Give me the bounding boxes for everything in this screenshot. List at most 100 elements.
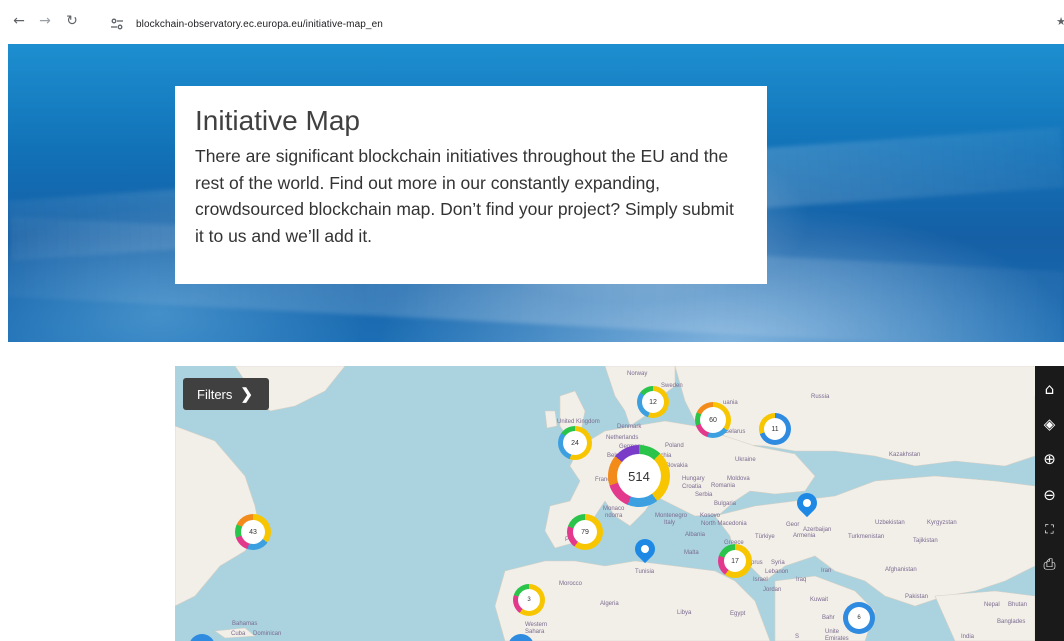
zoom-in-icon[interactable]: ⊕ [1035,446,1064,472]
label-malta: Malta [684,550,699,556]
label-iraq: Iraq [796,577,807,583]
map-cluster[interactable]: 17 [718,544,752,578]
label-italy: Italy [664,520,676,526]
label-afghanistan: Afghanistan [885,567,917,573]
map-cluster[interactable]: 12 [637,386,669,418]
zoom-out-icon[interactable]: ⊖ [1035,482,1064,508]
label-netherlands: Netherlands [606,435,639,441]
bookmark-star-icon[interactable]: ★ [1056,15,1064,28]
label-romania: Romania [711,483,736,489]
label-lithuania: uania [723,400,738,406]
label-kuwait: Kuwait [810,597,829,603]
label-nepal: Nepal [984,602,1000,608]
label-serbia: Serbia [695,492,713,498]
label-morocco: Morocco [559,581,583,587]
label-bangladesh: Banglades [997,619,1026,625]
label-kosovo: Kosovo [700,513,721,519]
label-bahrain: Bahr [822,615,835,621]
cluster-count: 17 [724,550,746,572]
reload-icon[interactable]: ↻ [63,12,81,30]
label-kyrgyzstan: Kyrgyzstan [927,520,957,526]
cluster-count: 79 [573,520,597,544]
initiative-map[interactable]: Norway Sweden Russia uania United Kingdo… [175,366,1064,641]
label-iran: Iran [821,568,832,574]
map-landmass [175,366,1064,641]
label-montenegro: Montenegro [655,513,688,519]
label-dominican: Dominican [253,631,282,637]
label-uzbekistan: Uzbekistan [875,520,905,526]
label-moldova: Moldova [727,476,750,482]
label-cyprus: prus [751,560,763,566]
label-cuba: Cuba [231,631,246,637]
home-icon[interactable]: ⌂ [1035,376,1064,402]
label-sweden: Sweden [661,383,683,389]
label-turkiye: Türkiye [755,534,775,540]
browser-toolbar: ← → ↻ blockchain-observatory.ec.europa.e… [0,0,1064,44]
cluster-count: 24 [563,431,587,455]
cluster-count: 514 [617,454,661,498]
label-sa: S [795,634,800,640]
page-title: Initiative Map [195,105,360,136]
label-uk: United Kingdom [557,419,600,425]
label-kazakhstan: Kazakhstan [889,452,921,458]
label-tunisia: Tunisia [635,569,655,575]
label-georgia: Geor [786,522,800,528]
label-hungary: Hungary [682,476,705,482]
label-western-sahara: Western Sahara [525,622,548,635]
map-cluster[interactable]: 60 [695,402,731,438]
chevron-right-icon: ❯ [240,386,253,403]
label-jordan: Jordan [763,587,782,593]
cluster-count: 6 [848,607,870,629]
label-armenia: Armenia [793,533,816,539]
label-denmark: Denmark [617,424,642,430]
map-cluster[interactable]: 43 [235,514,271,550]
label-turkmenistan: Turkmenistan [848,534,885,540]
label-poland: Poland [665,443,684,449]
map-cluster[interactable]: 6 [843,602,875,634]
label-libya: Libya [677,610,692,616]
label-north-macedonia: North Macedonia [701,521,747,527]
map-cluster[interactable]: 24 [558,426,592,460]
label-uae: Unite Emirates [825,629,849,641]
print-icon[interactable]: ⎙ [1035,551,1064,577]
label-monaco: Monaco [603,506,625,512]
cluster-count: 11 [764,418,786,440]
map-cluster[interactable]: 514 [608,445,670,507]
map-cluster[interactable]: 3 [513,584,545,616]
map-cluster[interactable]: 11 [759,413,791,445]
label-bahamas: Bahamas [232,621,258,627]
cluster-count: 60 [700,407,726,433]
label-egypt: Egypt [730,611,746,617]
label-belarus: Belarus [725,429,746,435]
arrow-right-icon[interactable]: → [36,12,54,30]
layers-icon[interactable]: ◈ [1035,411,1064,437]
filters-label: Filters [197,386,233,402]
cluster-count: 3 [518,589,540,611]
fullscreen-icon[interactable]: ⛶ [1035,516,1064,542]
label-syria: Syria [771,560,785,566]
label-andorra: ndorra [605,513,623,519]
arrow-left-icon[interactable]: ← [10,12,28,30]
intro-card: Initiative Map There are significant blo… [175,86,767,284]
map-cluster[interactable]: 79 [567,514,603,550]
cluster-count: 43 [241,520,265,544]
label-india: India [961,634,975,640]
label-pakistan: Pakistan [905,594,929,600]
label-tajikistan: Tajikistan [913,538,938,544]
intro-description: There are significant blockchain initiat… [195,146,734,246]
label-albania: Albania [685,532,706,538]
label-croatia: Croatia [682,484,702,490]
label-ukraine: Ukraine [735,457,756,463]
label-algeria: Algeria [600,601,619,607]
filters-button[interactable]: Filters ❯ [183,378,269,410]
label-bulgaria: Bulgaria [714,501,737,507]
label-norway: Norway [627,371,648,377]
label-israel: Israel [753,577,768,583]
map-toolbar: ⌂ ◈ ⊕ ⊖ ⛶ ⎙ [1035,366,1064,641]
url-text: blockchain-observatory.ec.europa.eu/init… [136,18,383,30]
site-settings-icon[interactable] [110,17,124,31]
address-bar[interactable]: blockchain-observatory.ec.europa.eu/init… [104,13,1064,35]
label-bhutan: Bhutan [1008,602,1028,608]
label-russia: Russia [811,394,830,400]
label-lebanon: Lebanon [765,569,789,575]
